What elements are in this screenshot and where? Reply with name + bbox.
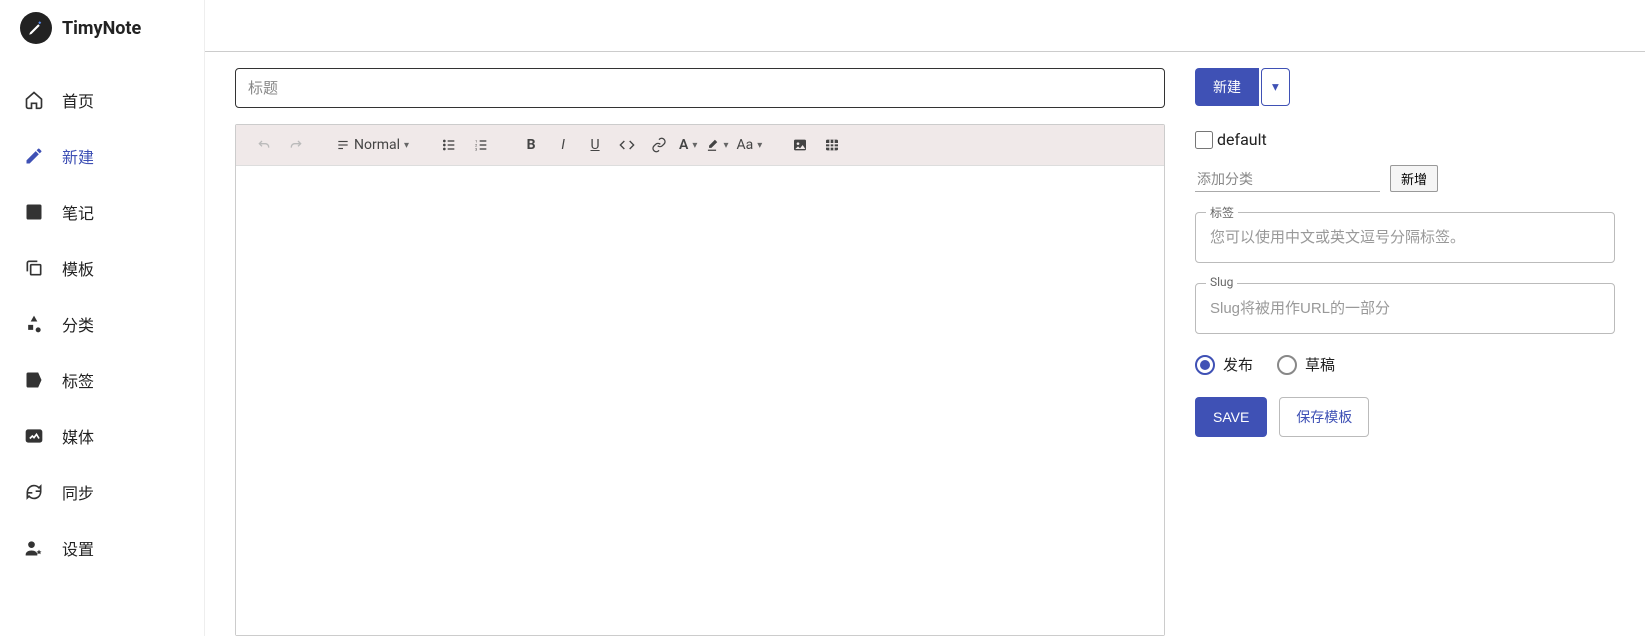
highlight-select[interactable]: ▾ [703,138,730,152]
save-template-button[interactable]: 保存模板 [1279,397,1369,437]
code-icon[interactable] [613,133,641,157]
new-button[interactable]: 新建 [1195,68,1259,106]
topbar [205,0,1645,52]
slug-input[interactable] [1210,300,1600,317]
draft-radio[interactable]: 草稿 [1277,354,1335,375]
caret-down-icon: ▾ [1272,79,1279,95]
tags-fieldset: 标签 [1195,212,1615,263]
nav-label: 媒体 [62,424,94,448]
main: Normal ▾ 123 B I U A▾ ▾ [205,0,1645,636]
chevron-down-icon: ▾ [404,140,409,151]
nav-settings[interactable]: 设置 [0,520,204,576]
new-dropdown-toggle[interactable]: ▾ [1261,68,1290,106]
app-name: TimyNote [62,18,141,39]
radio-icon [1277,355,1297,375]
nav-categories[interactable]: 分类 [0,296,204,352]
default-checkbox-row[interactable]: default [1195,130,1615,149]
home-icon [24,90,44,110]
default-label: default [1217,130,1267,149]
text-color-select[interactable]: A▾ [677,137,699,153]
bullet-list-icon[interactable] [435,133,463,157]
nav-media[interactable]: 媒体 [0,408,204,464]
editor-toolbar: Normal ▾ 123 B I U A▾ ▾ [236,125,1164,166]
ordered-list-icon[interactable]: 123 [467,133,495,157]
nav-notes[interactable]: 笔记 [0,184,204,240]
font-size-select[interactable]: Aa▾ [734,137,764,153]
nav-templates[interactable]: 模板 [0,240,204,296]
link-icon[interactable] [645,133,673,157]
category-input[interactable] [1195,167,1380,192]
bold-icon[interactable]: B [517,133,545,157]
app-logo: TimyNote [0,12,204,62]
edit-icon [24,146,44,166]
sync-icon [24,482,44,502]
nav-label: 首页 [62,88,94,112]
editor-column: Normal ▾ 123 B I U A▾ ▾ [235,68,1165,636]
undo-icon[interactable] [250,133,278,157]
settings-panel: 新建 ▾ default 新增 标签 Slug [1195,68,1615,636]
radio-icon [1195,355,1215,375]
italic-icon[interactable]: I [549,133,577,157]
media-icon [24,426,44,446]
nav-tags[interactable]: 标签 [0,352,204,408]
category-add-button[interactable]: 新增 [1390,165,1438,192]
nav: 首页 新建 笔记 模板 分类 标签 [0,62,204,586]
default-checkbox[interactable] [1195,131,1213,149]
nav-sync[interactable]: 同步 [0,464,204,520]
nav-label: 新建 [62,144,94,168]
slug-fieldset: Slug [1195,283,1615,334]
logo-icon [20,12,52,44]
table-icon[interactable] [818,133,846,157]
tags-input[interactable] [1210,229,1600,246]
format-select[interactable]: Normal ▾ [332,137,413,153]
save-button[interactable]: SAVE [1195,397,1267,437]
settings-icon [24,538,44,558]
category-icon [24,314,44,334]
slug-label: Slug [1206,275,1237,289]
rich-editor: Normal ▾ 123 B I U A▾ ▾ [235,124,1165,636]
tag-icon [24,370,44,390]
nav-new[interactable]: 新建 [0,128,204,184]
nav-label: 标签 [62,368,94,392]
nav-label: 笔记 [62,200,94,224]
underline-icon[interactable]: U [581,133,609,157]
editor-body[interactable] [236,166,1164,635]
sidebar: TimyNote 首页 新建 笔记 模板 分类 [0,0,205,636]
nav-home[interactable]: 首页 [0,72,204,128]
draft-label: 草稿 [1305,354,1335,375]
nav-label: 分类 [62,312,94,336]
new-dropdown: 新建 ▾ [1195,68,1290,106]
title-input[interactable] [235,68,1165,108]
image-icon[interactable] [786,133,814,157]
svg-text:3: 3 [475,146,477,151]
nav-label: 同步 [62,480,94,504]
nav-label: 设置 [62,536,94,560]
tags-label: 标签 [1206,204,1238,221]
note-icon [24,202,44,222]
publish-label: 发布 [1223,354,1253,375]
nav-label: 模板 [62,256,94,280]
status-radio-group: 发布 草稿 [1195,354,1615,375]
redo-icon[interactable] [282,133,310,157]
publish-radio[interactable]: 发布 [1195,354,1253,375]
copy-icon [24,258,44,278]
